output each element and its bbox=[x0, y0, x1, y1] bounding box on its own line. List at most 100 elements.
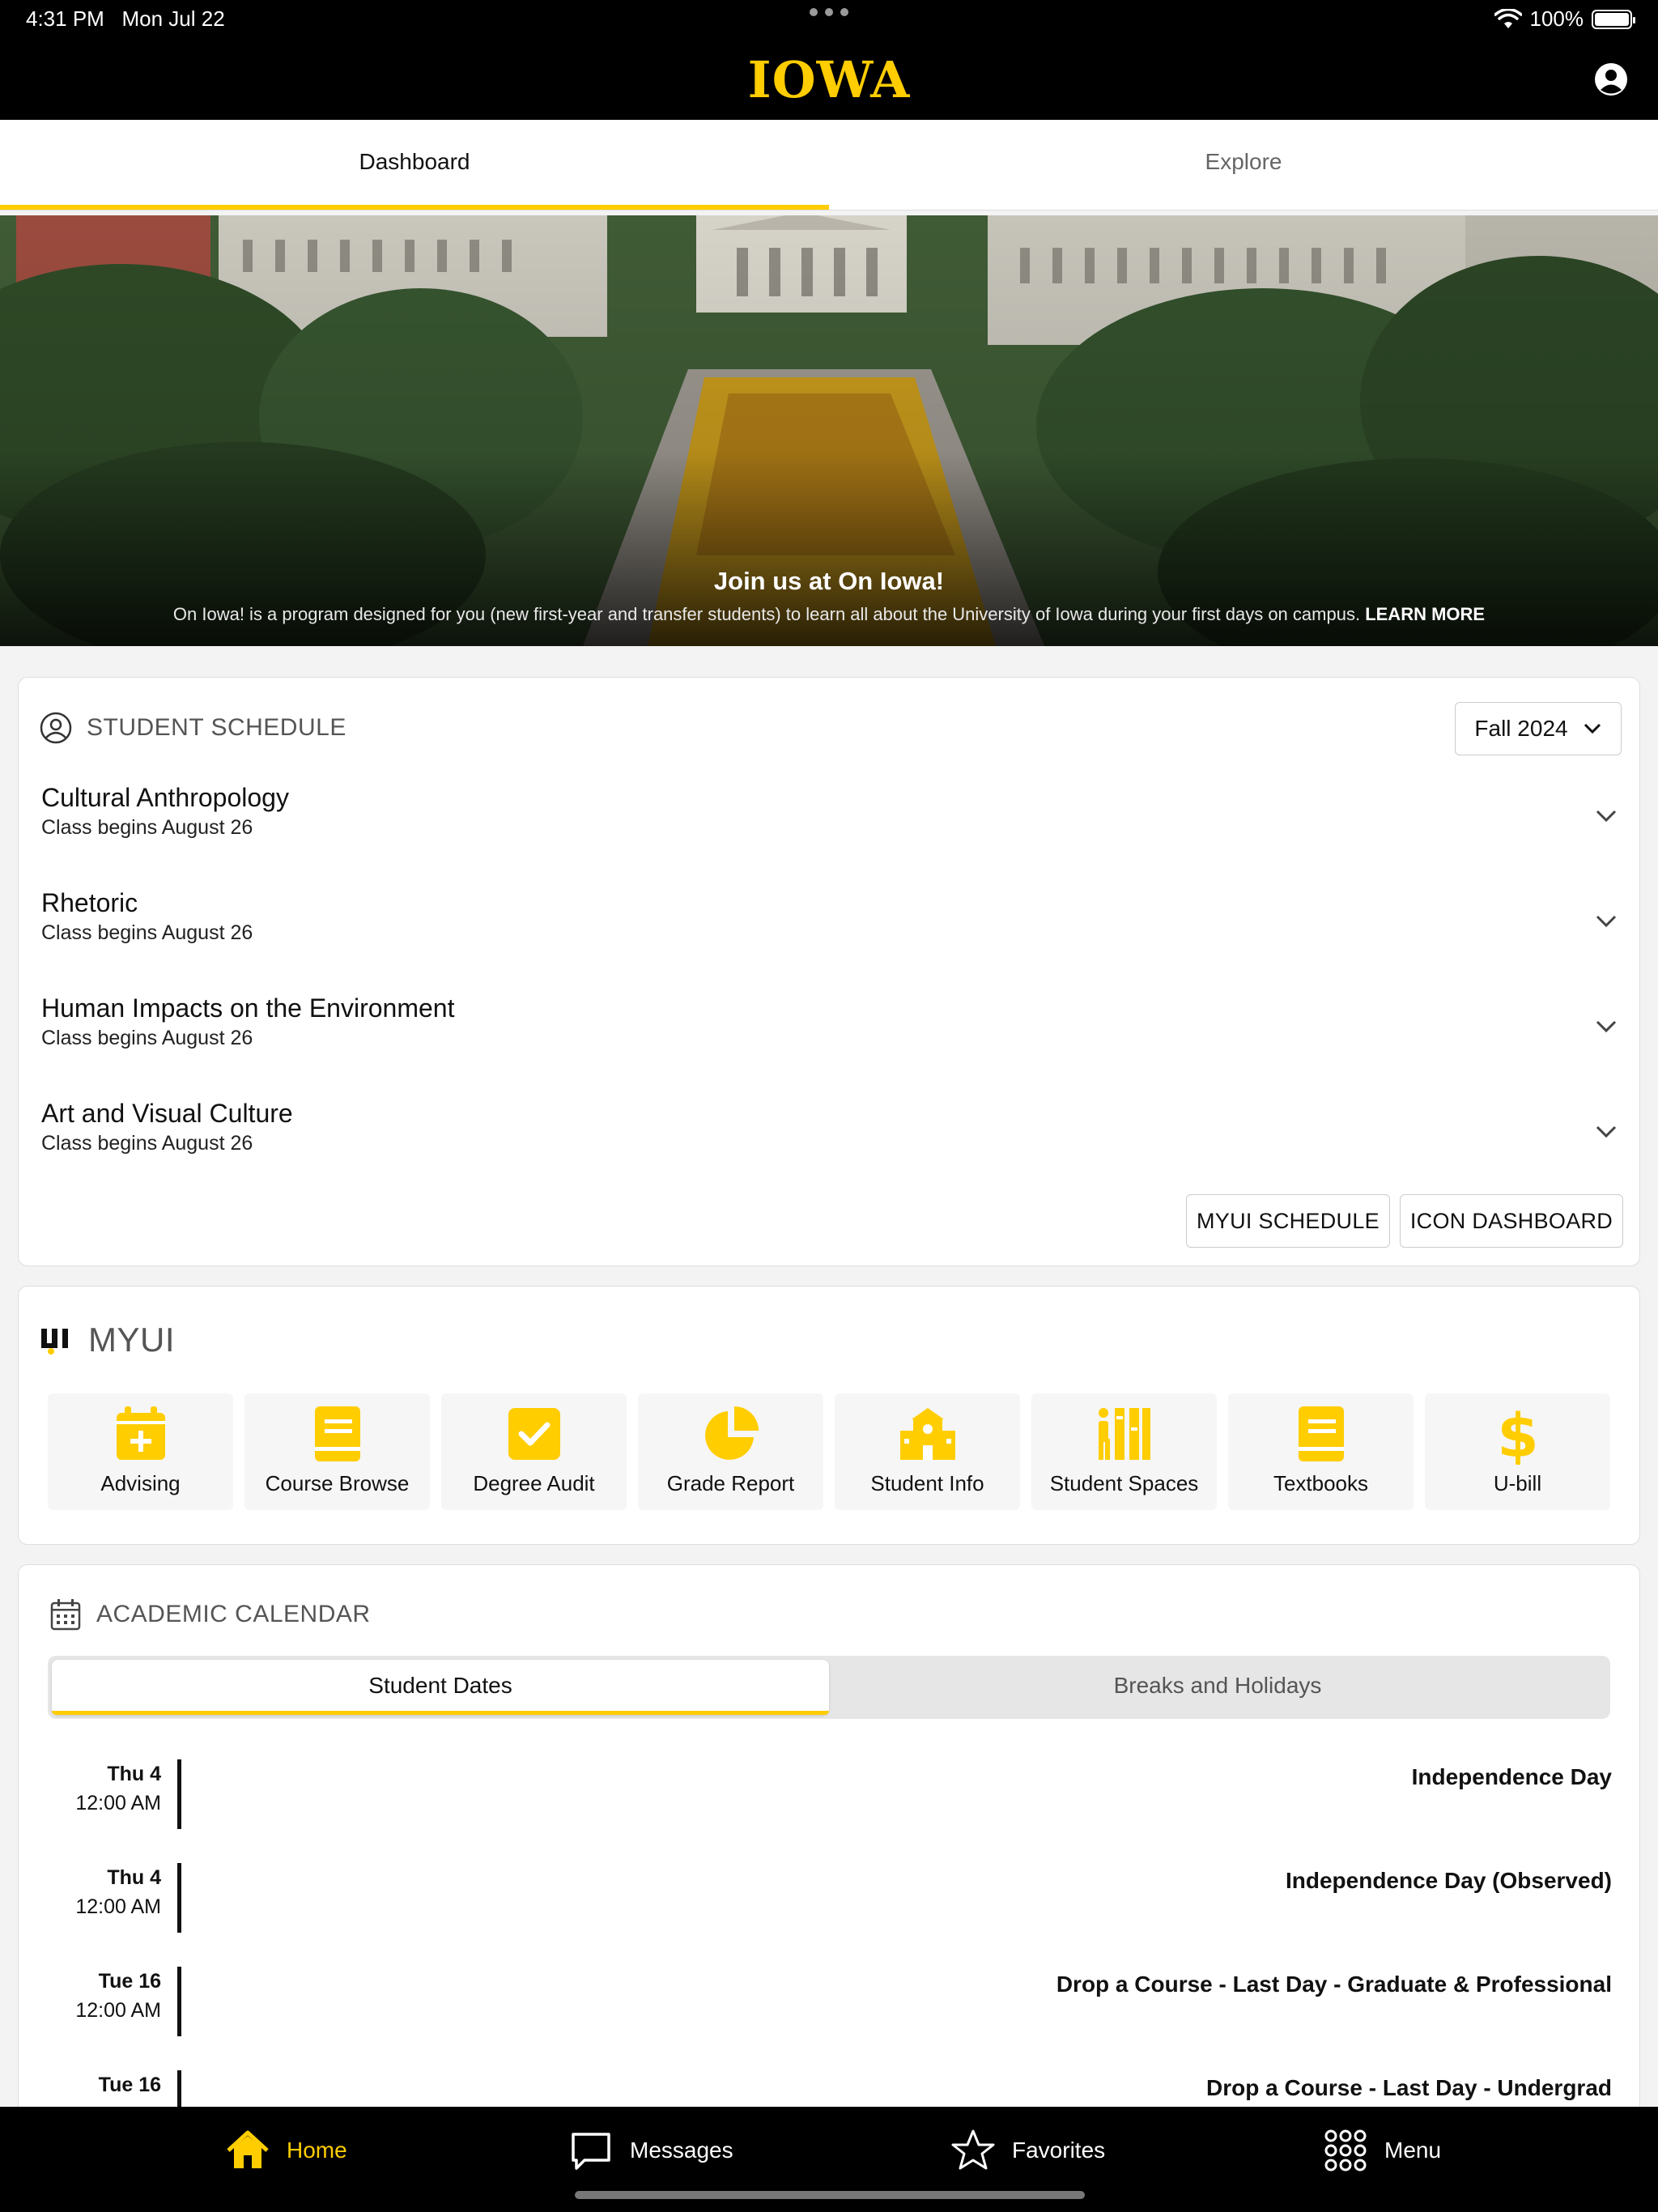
battery-percent: 100% bbox=[1529, 6, 1584, 31]
tile-label: Advising bbox=[100, 1471, 181, 1495]
calendar-event[interactable]: Tue 16 12:00 AM Drop a Course - Last Day… bbox=[19, 1967, 1641, 2040]
account-icon[interactable] bbox=[1593, 62, 1629, 97]
term-dropdown[interactable]: Fall 2024 bbox=[1455, 702, 1622, 755]
icon-dashboard-button[interactable]: ICON DASHBOARD bbox=[1400, 1194, 1623, 1248]
event-divider bbox=[177, 1863, 181, 1933]
tile-student-info[interactable]: Student Info bbox=[835, 1393, 1020, 1510]
wifi-icon bbox=[1494, 8, 1522, 28]
segment-student-dates[interactable]: Student Dates bbox=[52, 1660, 829, 1715]
course-name: Rhetoric bbox=[41, 888, 138, 917]
course-item[interactable]: Rhetoric Class begins August 26 bbox=[41, 888, 1628, 977]
course-name: Cultural Anthropology bbox=[41, 783, 289, 812]
segment-breaks-holidays[interactable]: Breaks and Holidays bbox=[829, 1660, 1606, 1715]
myui-schedule-button[interactable]: MYUI SCHEDULE bbox=[1186, 1194, 1390, 1248]
nav-home-label: Home bbox=[287, 2138, 347, 2163]
event-time: 12:00 AM bbox=[75, 1792, 161, 1814]
school-icon bbox=[899, 1408, 955, 1460]
chevron-down-icon[interactable] bbox=[1592, 908, 1620, 935]
event-divider bbox=[177, 1759, 181, 1829]
calendar-icon bbox=[50, 1599, 81, 1631]
tile-grade-report[interactable]: Grade Report bbox=[638, 1393, 823, 1510]
event-title: Drop a Course - Last Day - Undergrad bbox=[1206, 2075, 1612, 2100]
tile-label: Degree Audit bbox=[473, 1471, 595, 1495]
ui-logo-icon bbox=[41, 1329, 68, 1355]
course-item[interactable]: Art and Visual Culture Class begins Augu… bbox=[41, 1099, 1628, 1188]
nav-messages[interactable]: Messages bbox=[568, 2128, 733, 2173]
multitasking-dots-icon[interactable] bbox=[810, 8, 848, 16]
course-start: Class begins August 26 bbox=[41, 816, 253, 839]
hero-title: Join us at On Iowa! bbox=[713, 567, 945, 595]
event-day: Thu 4 bbox=[107, 1866, 161, 1889]
dollar-icon: $ bbox=[1497, 1403, 1539, 1465]
calendar-title: ACADEMIC CALENDAR bbox=[96, 1601, 371, 1627]
nav-favorites[interactable]: Favorites bbox=[950, 2128, 1105, 2173]
chevron-down-icon[interactable] bbox=[1592, 1118, 1620, 1146]
nav-menu-label: Menu bbox=[1384, 2138, 1442, 2163]
event-title: Drop a Course - Last Day - Graduate & Pr… bbox=[1056, 1972, 1612, 1997]
tile-label: Student Spaces bbox=[1049, 1471, 1199, 1495]
battery-icon bbox=[1592, 9, 1635, 29]
tile-label: Textbooks bbox=[1273, 1471, 1369, 1495]
event-day: Tue 16 bbox=[98, 2074, 161, 2096]
svg-text:$: $ bbox=[1497, 1403, 1539, 1465]
course-name: Human Impacts on the Environment bbox=[41, 993, 455, 1023]
chevron-down-icon bbox=[1584, 723, 1601, 734]
chevron-down-icon[interactable] bbox=[1592, 802, 1620, 830]
status-right: 100% bbox=[1494, 6, 1635, 32]
hero-banner[interactable]: Join us at On Iowa! On Iowa! is a progra… bbox=[0, 215, 1658, 646]
myui-title: MYUI bbox=[88, 1321, 175, 1359]
chat-bubble-icon bbox=[572, 2133, 610, 2170]
event-date: Tue 16 bbox=[43, 2070, 161, 2099]
status-time: 4:31 PM Mon Jul 22 bbox=[26, 6, 225, 32]
course-item[interactable]: Cultural Anthropology Class begins Augus… bbox=[41, 783, 1628, 872]
pie-chart-icon bbox=[704, 1406, 759, 1460]
schedule-header: STUDENT SCHEDULE bbox=[40, 712, 346, 744]
event-time: 12:00 AM bbox=[75, 1999, 161, 2022]
calendar-event[interactable]: Thu 4 12:00 AM Independence Day (Observe… bbox=[19, 1863, 1641, 1936]
nav-home[interactable]: Home bbox=[225, 2128, 347, 2173]
calendar-plus-icon bbox=[116, 1406, 165, 1460]
spaces-icon bbox=[1098, 1408, 1150, 1460]
term-value: Fall 2024 bbox=[1474, 716, 1568, 741]
tile-student-spaces[interactable]: Student Spaces bbox=[1031, 1393, 1217, 1510]
tile-label: U-bill bbox=[1493, 1471, 1542, 1495]
textbook-icon bbox=[1298, 1406, 1344, 1461]
status-date: Mon Jul 22 bbox=[121, 6, 225, 31]
learn-more-link[interactable]: LEARN MORE bbox=[1365, 604, 1485, 624]
course-start: Class begins August 26 bbox=[41, 1027, 253, 1049]
tile-degree-audit[interactable]: Degree Audit bbox=[441, 1393, 627, 1510]
event-date: Thu 4 12:00 AM bbox=[43, 1759, 161, 1818]
bottom-nav: Home Messages Favorites Menu bbox=[0, 2107, 1658, 2212]
grid-menu-icon bbox=[1324, 2129, 1367, 2172]
tile-advising[interactable]: Advising bbox=[48, 1393, 233, 1510]
home-indicator[interactable] bbox=[575, 2191, 1085, 2199]
course-name: Art and Visual Culture bbox=[41, 1099, 293, 1128]
tile-course-browse[interactable]: Course Browse bbox=[244, 1393, 430, 1510]
tile-textbooks[interactable]: Textbooks bbox=[1228, 1393, 1414, 1510]
course-start: Class begins August 26 bbox=[41, 921, 253, 944]
chevron-down-icon[interactable] bbox=[1592, 1013, 1620, 1040]
myui-tiles: Advising Course Browse Degree Audit Grad… bbox=[48, 1393, 1610, 1510]
tile-label: Grade Report bbox=[666, 1471, 795, 1495]
event-date: Thu 4 12:00 AM bbox=[43, 1863, 161, 1921]
tab-dashboard[interactable]: Dashboard bbox=[0, 120, 829, 210]
hero-text: Join us at On Iowa! On Iowa! is a progra… bbox=[0, 567, 1658, 625]
user-circle-icon bbox=[40, 712, 72, 744]
tab-explore[interactable]: Explore bbox=[829, 120, 1658, 210]
status-clock: 4:31 PM bbox=[26, 6, 104, 31]
event-divider bbox=[177, 1967, 181, 2036]
course-item[interactable]: Human Impacts on the Environment Class b… bbox=[41, 993, 1628, 1083]
tile-label: Course Browse bbox=[265, 1471, 410, 1495]
home-icon bbox=[227, 2130, 269, 2168]
course-start: Class begins August 26 bbox=[41, 1132, 253, 1155]
event-title: Independence Day bbox=[1411, 1764, 1612, 1789]
star-icon bbox=[951, 2129, 995, 2170]
nav-favorites-label: Favorites bbox=[1012, 2138, 1106, 2163]
checkbox-icon bbox=[508, 1408, 560, 1460]
nav-menu[interactable]: Menu bbox=[1323, 2128, 1441, 2173]
book-icon bbox=[314, 1406, 360, 1461]
iowa-logo[interactable]: IOWA bbox=[0, 50, 1658, 109]
event-day: Tue 16 bbox=[98, 1970, 161, 1993]
tile-u-bill[interactable]: $ U-bill bbox=[1425, 1393, 1610, 1510]
calendar-event[interactable]: Thu 4 12:00 AM Independence Day bbox=[19, 1759, 1641, 1832]
